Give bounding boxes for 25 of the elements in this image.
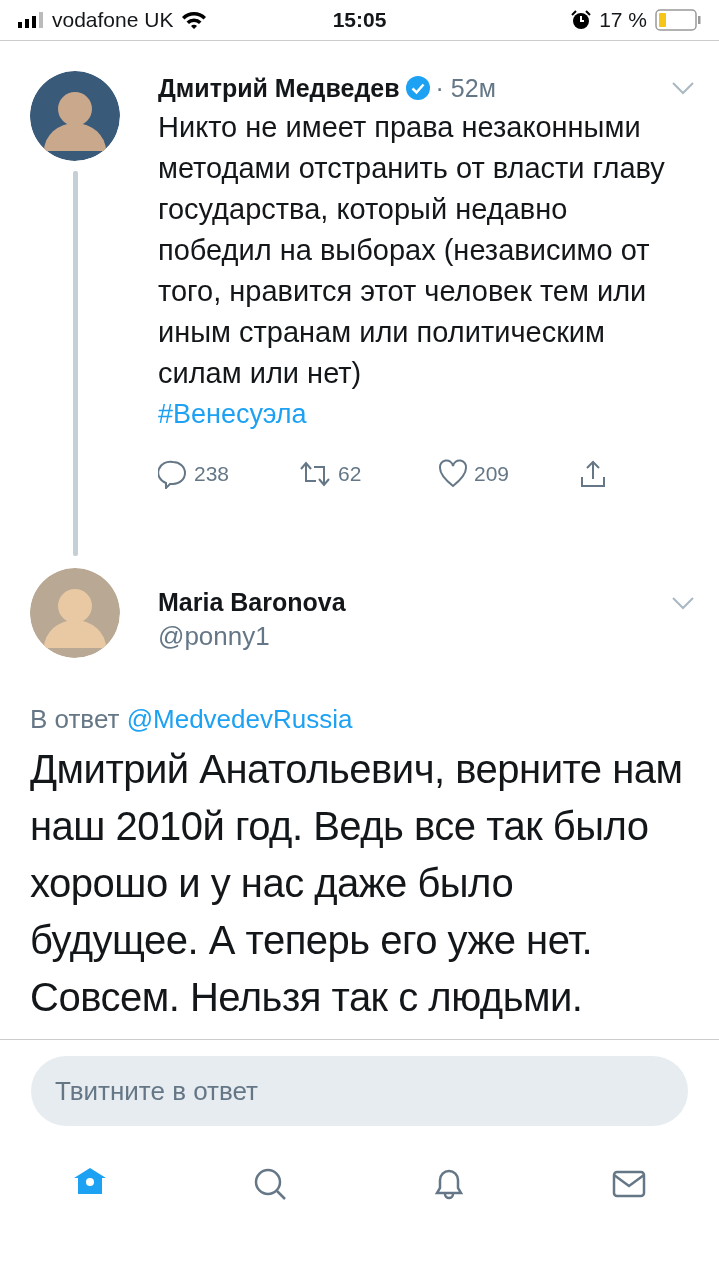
- reply-input-field[interactable]: Твитните в ответ: [31, 1056, 688, 1126]
- clock-time: 15:05: [332, 8, 387, 31]
- retweet-icon[interactable]: [298, 459, 332, 489]
- retweet-count: 62: [338, 462, 362, 486]
- share-icon[interactable]: [578, 459, 608, 489]
- author-handle[interactable]: @ponny1: [158, 621, 270, 651]
- mention-link[interactable]: @MedvedevRussia: [126, 704, 353, 734]
- carrier-name: vodafone UK: [52, 8, 174, 32]
- avatar[interactable]: [30, 71, 120, 161]
- signal-icon: [18, 12, 44, 28]
- tweet-text: Никто не имеет права незаконными методами отстранить от власти главу государства, который недавно победил на выборах (независимо от того, нравится этот человек тем или иным странам или политическим силам или нет): [158, 110, 666, 391]
- tweet-text: Дмитрий Анатольевич, верните нам наш 2010й год. Ведь все так было хорошо и у нас даже было будущее. А теперь его уже нет. Совсем. Нельзя так с людьми.: [30, 746, 684, 1021]
- like-count: 209: [474, 462, 510, 486]
- battery-icon: [655, 9, 701, 31]
- battery-percent: 17 %: [599, 8, 647, 32]
- wifi-icon: [181, 10, 208, 30]
- reply-to-label: В ответ: [30, 704, 120, 734]
- alarm-icon: [571, 10, 592, 30]
- heart-icon[interactable]: [438, 459, 468, 489]
- hashtag-link[interactable]: #Венесуэла: [158, 399, 307, 429]
- reply-icon[interactable]: [158, 459, 188, 489]
- reply-count: 238: [194, 462, 230, 486]
- tweet-time: · 52м: [435, 73, 496, 103]
- author-name[interactable]: Дмитрий Медведев: [158, 73, 400, 103]
- author-name[interactable]: Maria Baronova: [158, 588, 346, 617]
